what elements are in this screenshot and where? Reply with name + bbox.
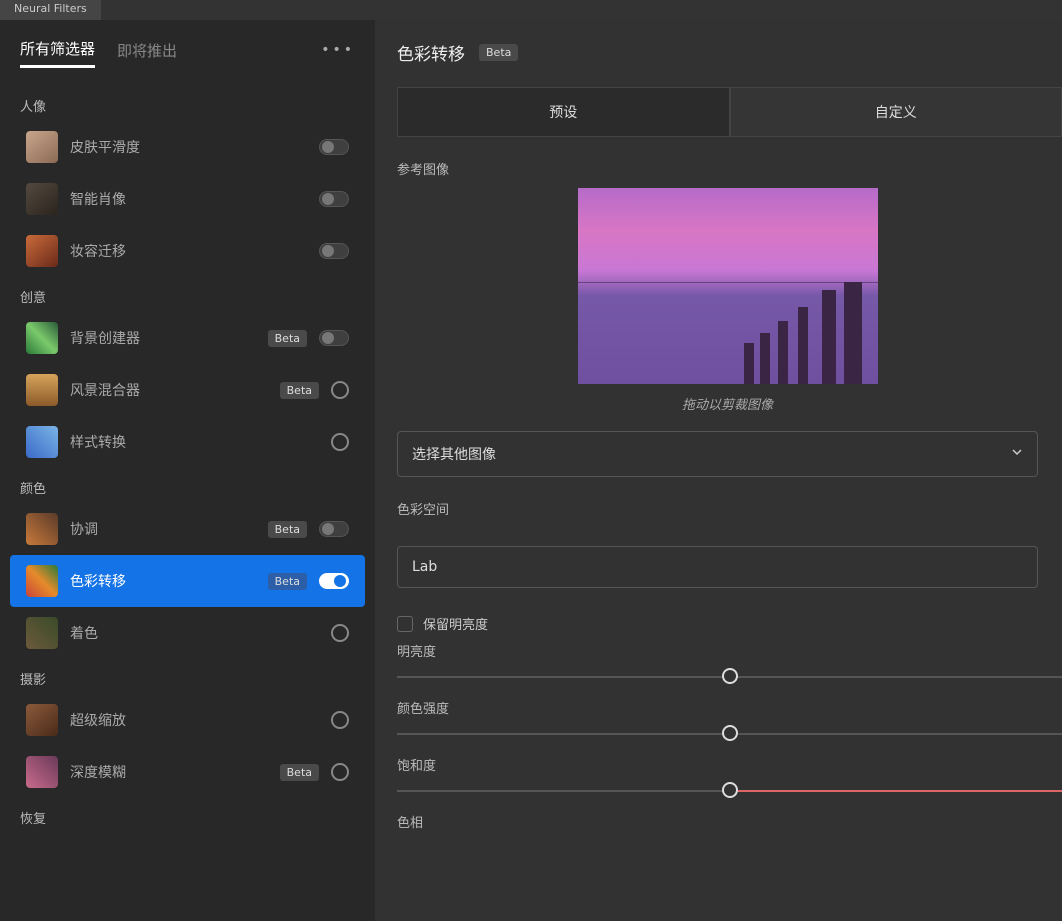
chevron-down-icon xyxy=(1011,446,1023,462)
download-icon[interactable] xyxy=(331,711,349,729)
filter-label: 超级缩放 xyxy=(70,710,319,730)
more-menu-icon[interactable]: ••• xyxy=(321,42,355,58)
filter-color-transfer[interactable]: 色彩转移 Beta xyxy=(10,555,365,607)
filter-label: 深度模糊 xyxy=(70,762,268,782)
select-other-image[interactable]: 选择其他图像 xyxy=(397,431,1038,477)
tab-preset[interactable]: 预设 xyxy=(397,87,730,137)
luminance-slider: 明亮度 xyxy=(397,639,1062,696)
filter-label: 样式转换 xyxy=(70,432,319,452)
download-icon[interactable] xyxy=(331,433,349,451)
toggle[interactable] xyxy=(319,139,349,155)
thumb-icon xyxy=(26,704,58,736)
thumb-icon xyxy=(26,756,58,788)
filter-label: 妆容迁移 xyxy=(70,241,307,261)
filter-depth-blur[interactable]: 深度模糊 Beta xyxy=(10,746,365,798)
filter-label: 皮肤平滑度 xyxy=(70,137,307,157)
reference-image-section: 参考图像 拖动以剪裁图像 选择其他图像 xyxy=(397,137,1062,477)
thumb-icon xyxy=(26,131,58,163)
slider-track[interactable] xyxy=(397,790,1062,792)
colorspace-section: 色彩空间 Lab xyxy=(397,477,1062,588)
beta-badge: Beta xyxy=(268,330,307,347)
thumb-icon xyxy=(26,617,58,649)
filter-label: 背景创建器 xyxy=(70,328,256,348)
category-portrait: 人像 xyxy=(0,86,375,121)
preserve-luminance-checkbox[interactable] xyxy=(397,616,413,632)
filter-label: 色彩转移 xyxy=(70,571,256,591)
reference-image[interactable] xyxy=(578,188,878,384)
beta-badge: Beta xyxy=(268,573,307,590)
panel-body: 所有筛选器 即将推出 ••• 人像 皮肤平滑度 智能肖像 妆容迁移 创意 背景创… xyxy=(0,20,1062,921)
filter-makeup-transfer[interactable]: 妆容迁移 xyxy=(10,225,365,277)
slider-knob[interactable] xyxy=(722,668,738,684)
category-photo: 摄影 xyxy=(0,659,375,694)
slider-label: 饱和度 xyxy=(397,755,1062,784)
slider-track[interactable] xyxy=(397,733,1062,735)
toggle[interactable] xyxy=(319,330,349,346)
thumb-icon xyxy=(26,235,58,267)
sidebar: 所有筛选器 即将推出 ••• 人像 皮肤平滑度 智能肖像 妆容迁移 创意 背景创… xyxy=(0,20,375,921)
filter-smart-portrait[interactable]: 智能肖像 xyxy=(10,173,365,225)
saturation-slider: 饱和度 xyxy=(397,753,1062,810)
slider-label: 颜色强度 xyxy=(397,698,1062,727)
slider-label: 色相 xyxy=(397,812,1062,841)
filter-colorize[interactable]: 着色 xyxy=(10,607,365,659)
filter-harmonize[interactable]: 协调 Beta xyxy=(10,503,365,555)
tab-custom[interactable]: 自定义 xyxy=(730,87,1062,137)
thumb-icon xyxy=(26,513,58,545)
toggle[interactable] xyxy=(319,573,349,589)
filter-background-creator[interactable]: 背景创建器 Beta xyxy=(10,312,365,364)
toggle[interactable] xyxy=(319,191,349,207)
filter-style-transfer[interactable]: 样式转换 xyxy=(10,416,365,468)
filter-label: 协调 xyxy=(70,519,256,539)
app-tab-bar: Neural Filters xyxy=(0,0,1062,20)
toggle[interactable] xyxy=(319,243,349,259)
mode-tabs: 预设 自定义 xyxy=(397,87,1062,137)
intensity-slider: 颜色强度 xyxy=(397,696,1062,753)
beta-badge: Beta xyxy=(280,764,319,781)
panel-tab[interactable]: Neural Filters xyxy=(0,0,101,20)
download-icon[interactable] xyxy=(331,763,349,781)
tab-all-filters[interactable]: 所有筛选器 xyxy=(20,32,95,68)
hue-slider: 色相 xyxy=(397,810,1062,859)
settings-panel: 色彩转移 Beta 预设 自定义 参考图像 xyxy=(375,20,1062,921)
slider-knob[interactable] xyxy=(722,782,738,798)
filter-label: 智能肖像 xyxy=(70,189,307,209)
panel-header: 色彩转移 Beta xyxy=(397,40,1062,87)
slider-label: 明亮度 xyxy=(397,641,1062,670)
download-icon[interactable] xyxy=(331,624,349,642)
preserve-luminance-label: 保留明亮度 xyxy=(423,614,488,633)
reference-image-caption: 拖动以剪裁图像 xyxy=(397,384,1058,413)
colorspace-label: 色彩空间 xyxy=(397,499,1058,528)
beta-badge: Beta xyxy=(280,382,319,399)
filter-landscape-mixer[interactable]: 风景混合器 Beta xyxy=(10,364,365,416)
preserve-luminance-row: 保留明亮度 xyxy=(397,588,1062,639)
thumb-icon xyxy=(26,374,58,406)
slider-knob[interactable] xyxy=(722,725,738,741)
category-restore: 恢复 xyxy=(0,798,375,833)
reference-image-label: 参考图像 xyxy=(397,159,1058,188)
thumb-icon xyxy=(26,426,58,458)
slider-track[interactable] xyxy=(397,676,1062,678)
filter-label: 风景混合器 xyxy=(70,380,268,400)
thumb-icon xyxy=(26,565,58,597)
filter-super-zoom[interactable]: 超级缩放 xyxy=(10,694,365,746)
select-label: 选择其他图像 xyxy=(412,444,496,464)
colorspace-value: Lab xyxy=(412,559,437,575)
sidebar-tabs: 所有筛选器 即将推出 ••• xyxy=(0,32,375,86)
tab-coming-soon[interactable]: 即将推出 xyxy=(117,34,177,67)
colorspace-select[interactable]: Lab xyxy=(397,546,1038,588)
category-color: 颜色 xyxy=(0,468,375,503)
download-icon[interactable] xyxy=(331,381,349,399)
filter-label: 着色 xyxy=(70,623,319,643)
thumb-icon xyxy=(26,322,58,354)
panel-title: 色彩转移 xyxy=(397,40,465,65)
toggle[interactable] xyxy=(319,521,349,537)
thumb-icon xyxy=(26,183,58,215)
beta-badge: Beta xyxy=(268,521,307,538)
filter-skin-smoothing[interactable]: 皮肤平滑度 xyxy=(10,121,365,173)
beta-badge: Beta xyxy=(479,44,518,61)
category-creative: 创意 xyxy=(0,277,375,312)
